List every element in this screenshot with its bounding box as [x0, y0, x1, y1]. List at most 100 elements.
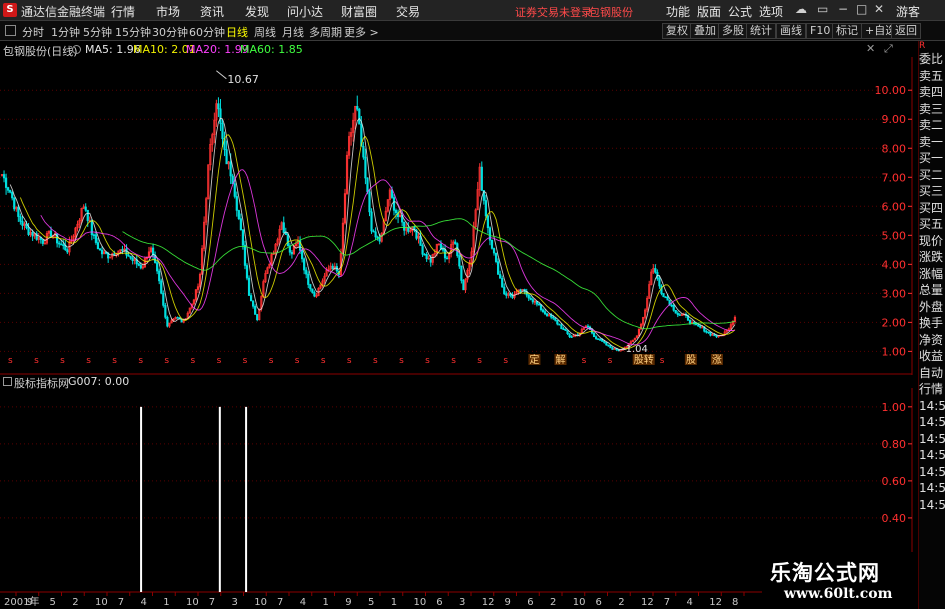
- period-daily[interactable]: 日线: [226, 24, 248, 40]
- back-button[interactable]: 返回: [891, 23, 921, 39]
- side-panel-item[interactable]: 买三: [919, 183, 945, 200]
- side-panel-item[interactable]: 买二: [919, 167, 945, 184]
- side-panel-item[interactable]: 卖二: [919, 117, 945, 134]
- close-icon[interactable]: ✕: [866, 42, 875, 55]
- side-panel-item[interactable]: 买四: [919, 200, 945, 217]
- maximize-icon[interactable]: □: [856, 2, 867, 16]
- overlay-button[interactable]: 叠加: [690, 23, 720, 39]
- high-price-label: 10.67: [227, 73, 259, 86]
- period-multi[interactable]: 多周期: [309, 24, 342, 40]
- side-panel-item[interactable]: 卖一: [919, 134, 945, 151]
- menu-trade[interactable]: 交易: [396, 3, 420, 20]
- period-30min[interactable]: 30分钟: [152, 24, 188, 40]
- candle-body: [492, 248, 496, 254]
- side-panel-item[interactable]: 涨跌: [919, 249, 945, 266]
- candle-body: [366, 177, 369, 193]
- restore-icon[interactable]: ▭: [817, 2, 828, 16]
- event-marker: s: [399, 356, 404, 366]
- period-15min[interactable]: 15分钟: [115, 24, 151, 40]
- period-1min[interactable]: 1分钟: [51, 24, 80, 40]
- time-tick-label: 12: [641, 597, 654, 608]
- candle-body: [100, 249, 104, 255]
- side-panel-item[interactable]: 买五: [919, 216, 945, 233]
- close-icon[interactable]: ✕: [874, 2, 884, 16]
- candle-body: [11, 191, 14, 199]
- event-marker: s: [295, 356, 300, 366]
- side-panel-item[interactable]: 涨幅: [919, 266, 945, 283]
- candle-body: [286, 234, 289, 247]
- broker-login-status[interactable]: 证券交易未登录: [515, 4, 592, 20]
- period-intraday[interactable]: 分时: [22, 24, 44, 40]
- draw-line-button[interactable]: 画线: [776, 23, 806, 39]
- menu-market[interactable]: 市场: [156, 3, 180, 20]
- candle-body: [484, 200, 487, 217]
- side-panel-item[interactable]: 卖四: [919, 84, 945, 101]
- time-tick-label: 10: [254, 597, 267, 608]
- side-panel-item[interactable]: 换手: [919, 315, 945, 332]
- side-panel-item[interactable]: 14:5: [919, 398, 945, 415]
- menu-discover[interactable]: 发现: [245, 3, 269, 20]
- candle-body: [311, 288, 314, 293]
- period-weekly[interactable]: 周线: [254, 24, 276, 40]
- multi-stock-button[interactable]: 多股: [718, 23, 748, 39]
- side-panel-item[interactable]: 总量: [919, 282, 945, 299]
- side-panel-item[interactable]: 外盘: [919, 299, 945, 316]
- kline-chart[interactable]: 10.00 9.00 8.00 7.00 6.00 5.00 4.00 3.00 2.00 1.0…: [0, 57, 918, 375]
- menu-formula[interactable]: 公式: [728, 3, 752, 20]
- menu-wealth-circle[interactable]: 财富圈: [341, 3, 377, 20]
- event-marker: s: [373, 356, 378, 366]
- candle-body: [392, 197, 396, 211]
- menu-options[interactable]: 选项: [759, 3, 783, 20]
- side-panel-item[interactable]: 14:5: [919, 447, 945, 464]
- time-tick-label: 10: [186, 597, 199, 608]
- f10-button[interactable]: F10: [806, 23, 835, 39]
- candle-body: [162, 292, 165, 306]
- expand-icon[interactable]: ⤢: [884, 42, 893, 56]
- candle-body: [4, 177, 8, 188]
- event-marker: 股: [686, 354, 696, 366]
- side-panel-item[interactable]: 现价: [919, 233, 945, 250]
- candle-body: [221, 123, 224, 139]
- mark-button[interactable]: 标记: [832, 23, 862, 39]
- indicator-settings-icon[interactable]: [3, 377, 12, 386]
- adjust-rights-button[interactable]: 复权: [662, 23, 692, 39]
- period-60min[interactable]: 60分钟: [189, 24, 225, 40]
- menu-layout[interactable]: 版面: [697, 3, 721, 20]
- period-more[interactable]: 更多 >: [344, 24, 379, 40]
- side-panel-item[interactable]: 14:5: [919, 480, 945, 497]
- side-panel-item[interactable]: 14:5: [919, 431, 945, 448]
- time-tick-label: 7: [209, 597, 215, 608]
- menu-ask[interactable]: 问小达: [287, 3, 323, 20]
- side-panel-item[interactable]: 卖五: [919, 68, 945, 85]
- side-panel-item[interactable]: 自动: [919, 365, 945, 382]
- side-panel-item[interactable]: 行情: [919, 381, 945, 398]
- statistics-button[interactable]: 统计: [746, 23, 776, 39]
- side-panel-item[interactable]: 收益: [919, 348, 945, 365]
- side-panel-item[interactable]: 14:5: [919, 464, 945, 481]
- minimize-icon[interactable]: −: [838, 2, 848, 16]
- side-panel-item[interactable]: 买一: [919, 150, 945, 167]
- panel-toggle-icon[interactable]: [5, 25, 16, 36]
- menu-news[interactable]: 资讯: [200, 3, 224, 20]
- candle-body: [313, 292, 316, 297]
- event-marker: s: [112, 356, 117, 366]
- candle-body: [13, 197, 16, 210]
- side-panel-item[interactable]: 卖三: [919, 101, 945, 118]
- side-panel-item[interactable]: 14:5: [919, 414, 945, 431]
- ma-settings-icon[interactable]: [72, 45, 81, 54]
- period-monthly[interactable]: 月线: [282, 24, 304, 40]
- side-panel-item[interactable]: 委比: [919, 51, 945, 68]
- period-5min[interactable]: 5分钟: [83, 24, 112, 40]
- candle-body: [307, 273, 310, 285]
- guest-user[interactable]: 游客: [896, 3, 920, 20]
- side-panel-item[interactable]: 净资: [919, 332, 945, 349]
- candle-body: [331, 265, 334, 270]
- candle-body: [2, 174, 6, 179]
- menu-market-quotes[interactable]: 行情: [111, 3, 135, 20]
- event-marker: s: [8, 356, 13, 366]
- side-panel-item[interactable]: 14:5: [919, 497, 945, 514]
- time-tick-label: 9: [345, 597, 351, 608]
- menu-functions[interactable]: 功能: [666, 3, 690, 20]
- cloud-icon[interactable]: ☁: [795, 2, 807, 16]
- candle-body: [546, 313, 549, 317]
